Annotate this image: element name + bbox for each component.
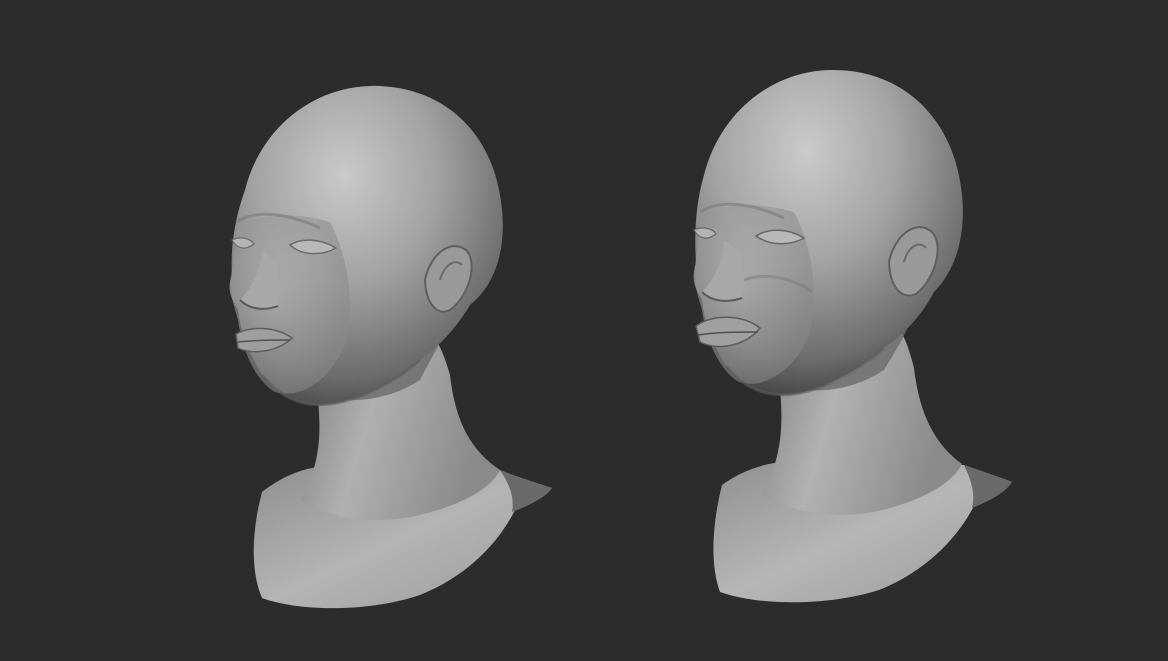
sculpt-bust-left [229,85,552,609]
render-viewport [0,0,1168,661]
sculpt-bust-right [693,69,1012,603]
